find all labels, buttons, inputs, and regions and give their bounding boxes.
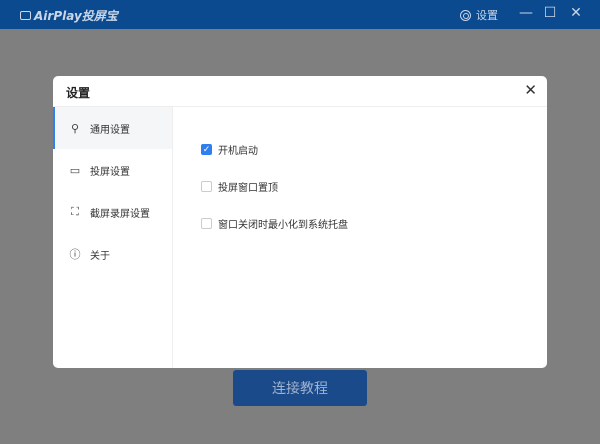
dialog-header: 设置 ✕ xyxy=(53,76,547,107)
info-icon: ⓘ xyxy=(69,248,81,261)
app-title: AirPlay投屏宝 xyxy=(34,9,118,23)
dialog-close-icon[interactable]: ✕ xyxy=(524,81,537,99)
option-autostart[interactable]: ✓ 开机启动 xyxy=(201,131,348,168)
sidebar-item-label: 截屏录屏设置 xyxy=(90,208,150,220)
checkbox-checked[interactable]: ✓ xyxy=(201,144,212,155)
app-logo: AirPlay投屏宝 xyxy=(20,7,118,24)
option-label: 窗口关闭时最小化到系统托盘 xyxy=(218,220,348,231)
settings-label: 设置 xyxy=(476,9,498,22)
option-minimize-tray[interactable]: 窗口关闭时最小化到系统托盘 xyxy=(201,205,348,242)
title-bar: AirPlay投屏宝 设置 — ☐ ✕ xyxy=(0,0,600,29)
sidebar-item-cast[interactable]: ▭ 投屏设置 xyxy=(53,149,172,191)
option-label: 开机启动 xyxy=(218,146,258,157)
sidebar-item-screenshot[interactable]: ⛶ 截屏录屏设置 xyxy=(53,191,172,233)
wrench-icon: ⚲ xyxy=(70,121,80,135)
monitor-icon: ▭ xyxy=(69,163,81,177)
sidebar-item-about[interactable]: ⓘ 关于 xyxy=(53,233,172,275)
settings-content: ✓ 开机启动 投屏窗口置顶 窗口关闭时最小化到系统托盘 xyxy=(201,131,348,242)
sidebar-item-label: 投屏设置 xyxy=(90,166,130,178)
settings-dialog: 设置 ✕ ⚲ 通用设置 ▭ 投屏设置 ⛶ 截屏录屏设置 ⓘ 关于 ✓ 开机启动 投屏窗口置… xyxy=(53,76,547,368)
minimize-button[interactable]: — xyxy=(518,5,534,21)
maximize-button[interactable]: ☐ xyxy=(542,5,558,21)
option-window-top[interactable]: 投屏窗口置顶 xyxy=(201,168,348,205)
screenshot-icon: ⛶ xyxy=(71,205,79,218)
checkbox[interactable] xyxy=(201,218,212,229)
sidebar-item-label: 通用设置 xyxy=(90,124,130,136)
checkbox[interactable] xyxy=(201,181,212,192)
airplay-icon xyxy=(20,11,31,20)
settings-button[interactable]: 设置 xyxy=(460,7,498,23)
dialog-title: 设置 xyxy=(66,86,91,100)
settings-sidebar: ⚲ 通用设置 ▭ 投屏设置 ⛶ 截屏录屏设置 ⓘ 关于 xyxy=(53,107,173,368)
sidebar-item-general[interactable]: ⚲ 通用设置 xyxy=(53,107,172,149)
sidebar-item-label: 关于 xyxy=(90,250,110,262)
close-button[interactable]: ✕ xyxy=(568,5,584,21)
connect-tutorial-button[interactable]: 连接教程 xyxy=(233,370,367,406)
option-label: 投屏窗口置顶 xyxy=(218,183,278,194)
gear-icon xyxy=(460,9,471,21)
